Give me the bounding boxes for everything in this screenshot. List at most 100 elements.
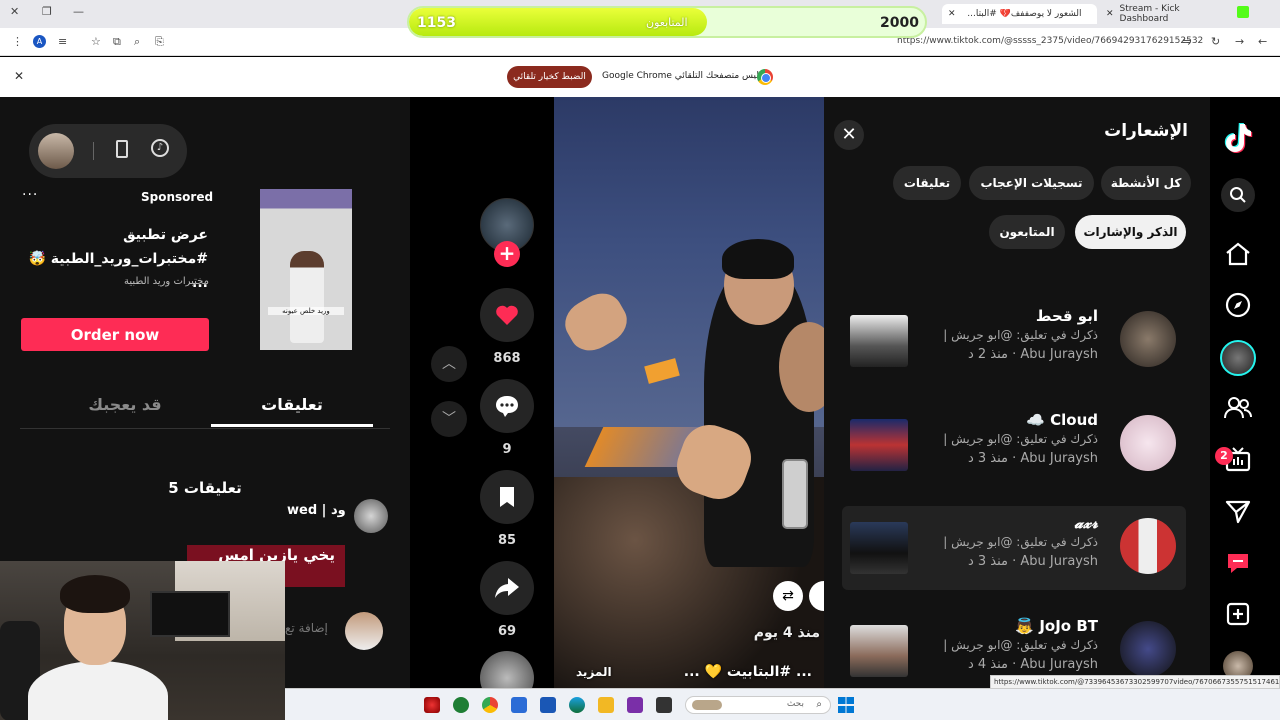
app-icon[interactable]	[453, 697, 469, 713]
profile-icon[interactable]: A	[33, 35, 46, 48]
file-explorer-icon[interactable]	[598, 697, 614, 713]
reading-list-icon[interactable]: ≡	[58, 35, 67, 48]
add-comment-input[interactable]: إضافة تع	[285, 621, 328, 635]
right-navigation	[1210, 97, 1280, 688]
ad-thumb-caption: وريد خلص عيونه	[268, 307, 344, 315]
ad-subtitle: مختبرات وريد الطبية	[123, 276, 209, 287]
comment-avatar[interactable]	[354, 499, 388, 533]
search-icon[interactable]	[1221, 178, 1255, 212]
followers-label: المتابعون	[646, 16, 688, 29]
upload-icon[interactable]	[1224, 600, 1252, 628]
notification-video-thumb[interactable]	[850, 419, 908, 471]
tab-label: Stream - Kick Dashboard	[1119, 4, 1180, 24]
follow-plus-button[interactable]: +	[494, 241, 520, 267]
notification-item[interactable]: 𝓪𝔁𝓻 ذكرك في تعليق: @ابو جريش | Abu Juray…	[842, 506, 1186, 590]
ad-thumbnail[interactable]: وريد خلص عيونه	[260, 189, 352, 350]
webcam-person-hair	[60, 575, 130, 613]
tab-close-icon[interactable]: ✕	[948, 9, 956, 19]
chip-mentions[interactable]: الذكر والإشارات	[1075, 215, 1186, 249]
tiktok-small-icon[interactable]: ♪	[151, 139, 169, 157]
close-icon[interactable]: ✕	[14, 69, 24, 83]
shares-count: 69	[497, 624, 517, 639]
infobar-message: Google Chrome ليس متصفحك التلقائي	[602, 71, 759, 81]
followers-goal-overlay: 1153 المتابعون 2000	[407, 6, 927, 38]
more-options-icon[interactable]: ···	[22, 187, 38, 203]
notification-avatar[interactable]	[1120, 415, 1176, 471]
user-avatar[interactable]	[38, 133, 74, 169]
minimize-window-icon[interactable]: —	[73, 5, 84, 18]
store-icon[interactable]	[540, 697, 556, 713]
chrome-icon[interactable]	[482, 697, 498, 713]
notification-avatar[interactable]	[1120, 621, 1176, 677]
zoom-icon[interactable]: ⌕	[134, 35, 140, 49]
app-icon[interactable]	[424, 697, 440, 713]
ad-person-image	[290, 251, 324, 343]
chip-followers[interactable]: المتابعون	[989, 215, 1065, 249]
inbox-icon[interactable]	[1224, 549, 1252, 577]
like-button[interactable]	[480, 288, 534, 342]
mail-icon[interactable]	[511, 697, 527, 713]
taskbar-search[interactable]: بحث ⌕	[685, 696, 831, 714]
comment-author[interactable]: wed | ود	[287, 503, 346, 518]
site-info-icon[interactable]: ⇋	[1182, 35, 1191, 48]
close-window-icon[interactable]: ✕	[10, 5, 19, 18]
notification-item[interactable]: Cloud ☁️ ذكرك في تعليق: @ابو جريش | Abu …	[842, 403, 1186, 487]
tab-comments[interactable]: تعليقات	[211, 387, 373, 427]
notification-meta: Abu Juraysh · منذ 2 د	[967, 347, 1098, 362]
notification-avatar[interactable]	[1120, 311, 1176, 367]
chip-comments[interactable]: تعليقات	[893, 166, 961, 200]
tiktok-logo-icon[interactable]	[1221, 121, 1255, 155]
device-icon[interactable]	[116, 140, 128, 158]
notification-avatar[interactable]	[1120, 518, 1176, 574]
notification-meta: Abu Juraysh · منذ 4 د	[967, 657, 1098, 672]
saves-count: 85	[497, 533, 517, 548]
notification-video-thumb[interactable]	[850, 625, 908, 677]
set-default-button[interactable]: الضبط كخيار تلقائي	[507, 66, 592, 88]
notification-name: 𝓪𝔁𝓻	[1074, 514, 1098, 532]
terminal-icon[interactable]	[656, 697, 672, 713]
menu-icon[interactable]: ⋮	[12, 35, 23, 48]
next-video-button[interactable]: ﹀	[431, 401, 467, 437]
messages-send-icon[interactable]	[1224, 498, 1252, 526]
close-notifications-button[interactable]: ✕	[834, 120, 864, 150]
share-icon[interactable]: ⧉	[113, 35, 121, 49]
restore-window-icon[interactable]: ❐	[42, 5, 52, 18]
chip-all-activity[interactable]: كل الأنشطة	[1101, 166, 1191, 200]
notification-video-thumb[interactable]	[850, 315, 908, 367]
obs-icon[interactable]	[627, 697, 643, 713]
previous-video-button[interactable]: ︿	[431, 346, 467, 382]
tab-close-icon[interactable]: ✕	[1106, 9, 1114, 19]
save-button[interactable]	[480, 470, 534, 524]
order-now-button[interactable]: Order now	[21, 318, 209, 351]
bookmark-star-icon[interactable]: ☆	[91, 35, 101, 48]
reload-icon[interactable]: ↻	[1211, 35, 1220, 48]
tabs-divider	[20, 428, 390, 429]
forward-icon[interactable]: →	[1235, 35, 1244, 48]
bookmark-icon	[500, 487, 514, 507]
tab-you-may-like[interactable]: قد يعجبك	[40, 387, 210, 427]
caption-more-link[interactable]: المزيد	[576, 665, 612, 679]
chip-likes[interactable]: تسجيلات الإعجاب	[969, 166, 1094, 200]
tab-tiktok[interactable]: ✕ الشعور لا يوصففف💔 #البتا...	[942, 4, 1097, 24]
explore-icon[interactable]	[1224, 291, 1252, 319]
repost-icon[interactable]: ⇄	[773, 581, 803, 611]
comment-button[interactable]	[480, 379, 534, 433]
search-highlight-icon	[692, 700, 722, 710]
taskbar-search-placeholder: بحث	[786, 699, 804, 709]
windows-start-icon[interactable]	[838, 697, 854, 713]
likes-count: 868	[493, 351, 521, 366]
share-button[interactable]	[480, 561, 534, 615]
tab-kick-dashboard[interactable]: ✕ Stream - Kick Dashboard	[1100, 4, 1230, 24]
back-icon[interactable]: ←	[1258, 35, 1267, 48]
notification-item[interactable]: ابو قحط ذكرك في تعليق: @ابو جريش | Abu J…	[842, 299, 1186, 383]
edge-icon[interactable]	[569, 697, 585, 713]
home-icon[interactable]	[1224, 240, 1252, 268]
notification-video-thumb[interactable]	[850, 522, 908, 574]
following-icon[interactable]	[1224, 394, 1252, 422]
followers-current: 1153	[417, 15, 456, 31]
url-field[interactable]: https://www.tiktok.com/@sssss_2375/video…	[897, 36, 1203, 46]
video-player[interactable]: ⇄ منذ 4 يوم ... #البتابيت 💛 ... المزيد	[554, 97, 824, 688]
notification-text: ذكرك في تعليق: @ابو جريش |	[943, 638, 1098, 652]
translate-icon[interactable]: ⎘	[155, 35, 164, 49]
live-avatar[interactable]	[1220, 340, 1256, 376]
